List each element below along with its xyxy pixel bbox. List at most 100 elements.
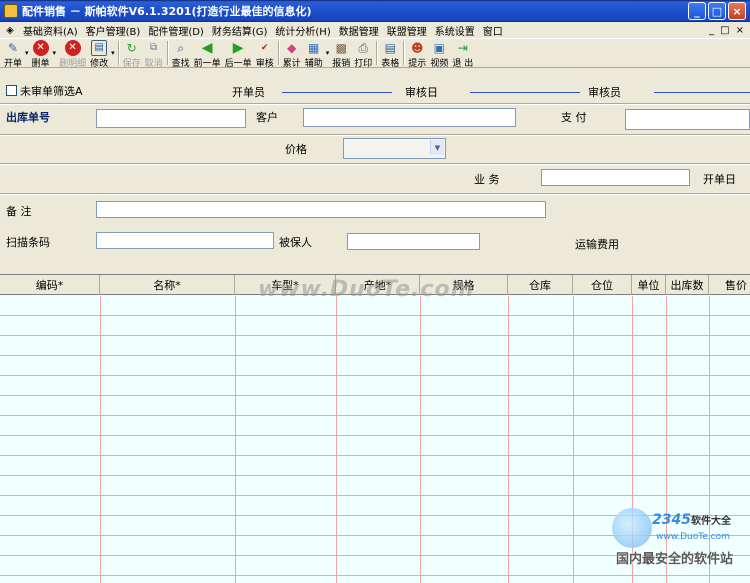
issuer-value-line <box>282 92 392 93</box>
brand-text: 软件大全 <box>690 516 731 527</box>
duote-logo-icon <box>612 508 652 548</box>
business-input[interactable] <box>541 169 690 186</box>
audit-icon: ✔ <box>260 43 269 53</box>
save-label: 保存 <box>122 59 141 69</box>
menu-bar: ◈ 基础资料(A) 客户管理(B) 配件管理(D) 财务结算(G) 统计分析(H… <box>0 22 750 38</box>
close-button[interactable]: × <box>728 2 746 20</box>
insured-label: 被保人 <box>279 236 312 249</box>
barcode-input[interactable] <box>96 232 274 249</box>
table-button[interactable]: ▤ 表格 <box>379 39 401 69</box>
table-icon: ▤ <box>384 41 396 55</box>
grid-column-line <box>508 296 509 583</box>
row-divider <box>0 193 750 195</box>
mdi-close-button[interactable]: × <box>736 25 744 36</box>
delete-order-label: 删单 <box>31 59 50 69</box>
app-icon <box>4 4 18 18</box>
assist-button[interactable]: ▦ 辅助 <box>303 39 325 69</box>
edit-dropdown-icon[interactable]: ▾ <box>111 49 115 57</box>
outbound-no-input[interactable] <box>96 109 246 128</box>
mdi-restore-button[interactable]: □ <box>720 25 729 36</box>
assist-dropdown-icon[interactable]: ▾ <box>326 49 330 57</box>
barcode-label: 扫描条码 <box>6 236 50 249</box>
new-order-button[interactable]: ✎ 开单 <box>2 39 24 69</box>
delete-detail-button[interactable]: ✕ 删明细 <box>57 39 88 69</box>
row-divider <box>0 134 750 136</box>
accumulate-label: 累计 <box>282 59 301 69</box>
insured-input[interactable] <box>347 233 480 250</box>
edit-icon: ▤ <box>91 40 108 56</box>
prev-icon: ◀ <box>201 40 213 56</box>
mdi-minimize-button[interactable]: _ <box>709 25 714 36</box>
find-button[interactable]: ⌕ 查找 <box>170 39 192 69</box>
audit-date-value-line <box>470 92 580 93</box>
unaudited-filter-checkbox[interactable] <box>6 85 17 96</box>
menu-parts[interactable]: 配件管理(D) <box>144 23 208 38</box>
brand-slogan: 国内最安全的软件站 <box>616 552 734 567</box>
save-button[interactable]: ↻ 保存 <box>121 39 143 69</box>
col-header-outbound-qty[interactable]: 出库数 <box>666 275 709 295</box>
maximize-button[interactable]: □ <box>708 2 726 20</box>
next-order-label: 后一单 <box>224 59 252 69</box>
print-label: 打印 <box>354 59 373 69</box>
prev-order-button[interactable]: ◀ 前一单 <box>192 39 223 69</box>
menu-finance[interactable]: 财务结算(G) <box>208 23 272 38</box>
col-header-price[interactable]: 售价 <box>709 275 750 295</box>
reimburse-button[interactable]: ▩ 报销 <box>330 39 352 69</box>
chevron-down-icon[interactable]: ▼ <box>430 140 444 155</box>
grid-column-line <box>235 296 236 583</box>
toolbar-separator <box>277 41 279 65</box>
col-header-warehouse[interactable]: 仓库 <box>508 275 573 295</box>
menu-customer[interactable]: 客户管理(B) <box>82 23 145 38</box>
video-button[interactable]: ▣ 视频 <box>428 39 450 69</box>
audit-date-label: 审核日 <box>405 86 438 99</box>
col-header-code[interactable]: 编码* <box>0 275 100 295</box>
menu-settings[interactable]: 系统设置 <box>431 23 479 38</box>
delete-order-dropdown-icon[interactable]: ▾ <box>53 49 57 57</box>
customer-input[interactable] <box>303 108 516 127</box>
menu-statistics[interactable]: 统计分析(H) <box>271 23 334 38</box>
new-order-dropdown-icon[interactable]: ▾ <box>25 49 29 57</box>
menu-alliance[interactable]: 联盟管理 <box>383 23 431 38</box>
accumulate-icon: ◆ <box>287 41 297 55</box>
save-icon: ↻ <box>126 41 137 55</box>
toolbar-separator <box>376 41 378 65</box>
tip-button[interactable]: ☻ 提示 <box>406 39 428 69</box>
video-icon: ▣ <box>433 41 445 55</box>
exit-button[interactable]: ⇥ 退 出 <box>450 39 475 69</box>
cancel-label: 取消 <box>144 59 163 69</box>
brand-number: 2345 <box>652 512 691 528</box>
grid-column-line <box>420 296 421 583</box>
col-header-unit[interactable]: 单位 <box>632 275 666 295</box>
cancel-icon: ⧉ <box>150 42 158 53</box>
minimize-button[interactable]: _ <box>688 2 706 20</box>
issuer-label: 开单员 <box>232 86 265 99</box>
accumulate-button[interactable]: ◆ 累计 <box>281 39 303 69</box>
reimburse-icon: ▩ <box>335 41 347 55</box>
price-select[interactable]: ▼ <box>343 138 446 159</box>
delete-order-button[interactable]: ✕ 删单 <box>30 39 52 69</box>
audit-button[interactable]: ✔ 审核 <box>254 39 276 69</box>
edit-button[interactable]: ▤ 修改 <box>88 39 110 69</box>
menu-window[interactable]: 窗口 <box>479 23 507 38</box>
mdi-document-icon[interactable]: ◈ <box>3 24 17 36</box>
shipping-label: 运输费用 <box>575 238 619 251</box>
assist-label: 辅助 <box>304 59 323 69</box>
grid-column-line <box>336 296 337 583</box>
grid-column-line <box>573 296 574 583</box>
toolbar-separator <box>117 41 119 65</box>
col-header-location[interactable]: 仓位 <box>573 275 632 295</box>
order-form: 未审单筛选A 开单员 审核日 审核员 出库单号 客户 支 付 价格 ▼ 业 务 … <box>0 69 750 273</box>
row-divider <box>0 103 750 105</box>
col-header-name[interactable]: 名称* <box>100 275 235 295</box>
payment-input[interactable] <box>625 109 750 130</box>
assist-icon: ▦ <box>308 41 320 55</box>
delete-detail-icon: ✕ <box>64 40 81 56</box>
next-order-button[interactable]: ▶ 后一单 <box>223 39 254 69</box>
menu-data[interactable]: 数据管理 <box>335 23 383 38</box>
reimburse-label: 报销 <box>332 59 351 69</box>
cancel-button[interactable]: ⧉ 取消 <box>143 39 165 69</box>
print-button[interactable]: ⎙ 打印 <box>352 39 374 69</box>
menu-basic-data[interactable]: 基础资料(A) <box>19 23 82 38</box>
unaudited-filter-label[interactable]: 未审单筛选A <box>20 83 83 99</box>
remark-input[interactable] <box>96 201 546 218</box>
